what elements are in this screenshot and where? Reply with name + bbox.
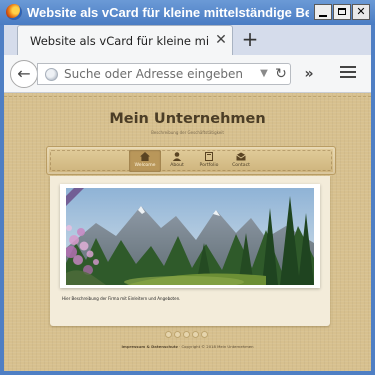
menu-item-welcome[interactable]: Welcome — [129, 150, 161, 172]
home-icon — [140, 152, 150, 161]
back-arrow-icon: ← — [17, 64, 31, 83]
stitch-divider — [4, 96, 371, 97]
pagination-dots — [165, 331, 215, 339]
back-button[interactable]: ← — [10, 60, 38, 88]
menu-item-label: Portfolio — [199, 163, 219, 168]
hero-image-frame — [60, 184, 320, 288]
maximize-icon — [338, 8, 346, 15]
site-subtitle: Beschreibung der Geschäftstätigkeit — [151, 130, 224, 135]
window-border-bottom — [0, 371, 375, 375]
menu-item-label: Welcome — [134, 163, 156, 168]
title-bar[interactable]: Website als vCard für kleine mittelständ… — [0, 0, 375, 25]
plus-icon: + — [241, 27, 259, 51]
dropdown-icon[interactable]: ▼ — [258, 67, 270, 81]
window-border-right — [371, 25, 375, 375]
tab-close-icon[interactable]: ✕ — [214, 32, 228, 48]
content-panel: Hier Beschreibung der Firma mit Einleite… — [50, 176, 330, 326]
menu-icon[interactable] — [340, 66, 356, 80]
minimize-button[interactable] — [314, 4, 332, 20]
minimize-icon — [319, 15, 327, 17]
navigation-bar: ← ▼ ↻ » — [4, 55, 371, 93]
site-menu: Welcome About Portfolio Contact — [46, 146, 336, 175]
footer-links[interactable]: Impressum & Datenschutz — [121, 344, 177, 349]
address-input[interactable] — [64, 66, 254, 82]
menu-item-portfolio[interactable]: Portfolio — [193, 150, 225, 172]
content-description: Hier Beschreibung der Firma mit Einleite… — [62, 296, 181, 301]
reload-icon[interactable]: ↻ — [274, 65, 288, 83]
window-border-left — [0, 25, 4, 375]
footer-copyright: Copyright © 2018 Mein Unternehmen — [181, 344, 254, 349]
menu-item-about[interactable]: About — [161, 150, 193, 172]
page-dot[interactable] — [183, 331, 190, 338]
hero-image-mountain-forest — [66, 188, 314, 285]
page-dot[interactable] — [165, 331, 172, 338]
page-viewport: Mein Unternehmen Beschreibung der Geschä… — [4, 93, 371, 371]
site-title: Mein Unternehmen — [109, 111, 266, 127]
maximize-button[interactable] — [333, 4, 351, 20]
page-dot[interactable] — [174, 331, 181, 338]
person-icon — [172, 152, 182, 161]
site-footer: Impressum & Datenschutz · Copyright © 20… — [4, 344, 371, 349]
firefox-logo-icon — [6, 4, 22, 20]
close-window-button[interactable]: ✕ — [352, 4, 370, 20]
mail-icon — [236, 152, 246, 161]
menu-item-label: About — [170, 163, 184, 168]
folder-icon — [205, 152, 213, 161]
globe-icon — [45, 68, 58, 81]
tab-active[interactable]: Website als vCard für kleine mittel... ✕ — [17, 25, 233, 55]
page-dot[interactable] — [201, 331, 208, 338]
page-dot[interactable] — [192, 331, 199, 338]
new-tab-button[interactable]: + — [240, 28, 260, 50]
tab-strip: Website als vCard für kleine mittel... ✕… — [4, 25, 371, 55]
address-bar[interactable]: ▼ ↻ — [37, 63, 291, 85]
window-title: Website als vCard für kleine mittelständ… — [27, 5, 309, 20]
overflow-icon[interactable]: » — [300, 64, 318, 84]
menu-item-label: Contact — [232, 163, 250, 168]
tab-label: Website als vCard für kleine mittel... — [30, 34, 208, 48]
browser-window: Website als vCard für kleine mittelständ… — [0, 0, 375, 375]
close-icon: ✕ — [356, 5, 366, 18]
menu-item-contact[interactable]: Contact — [225, 150, 257, 172]
